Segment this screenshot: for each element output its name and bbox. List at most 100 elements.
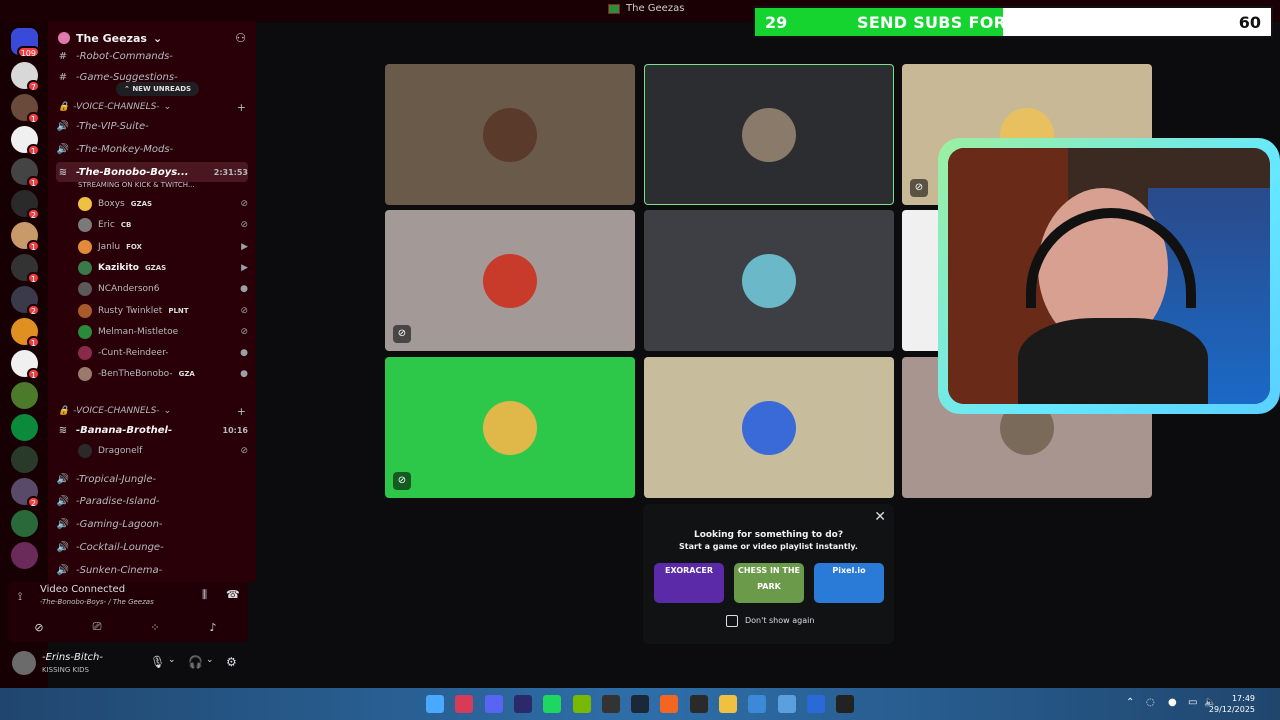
server-icon[interactable] <box>11 446 38 473</box>
headphones-icon[interactable]: 🎧 <box>188 655 203 669</box>
server-icon[interactable]: 1 <box>11 94 40 124</box>
server-icon[interactable]: 1 <box>11 350 40 380</box>
voice-member[interactable]: Rusty Twinklet PLNT ⊘ <box>78 301 248 321</box>
avatar <box>78 218 92 233</box>
server-icon[interactable] <box>11 542 38 569</box>
video-tile[interactable] <box>644 357 894 498</box>
network-icon[interactable]: ◌ <box>1146 697 1155 708</box>
video-tile[interactable]: ⊘ <box>385 357 635 498</box>
burger-icon: ● <box>240 348 248 359</box>
voice-status[interactable]: Video Connected <box>40 584 125 595</box>
discord-icon[interactable] <box>484 695 503 713</box>
video-tile[interactable] <box>385 64 635 205</box>
category-voice-channels[interactable]: 🔒 -VOICE-CHANNELS- ⌄ + <box>58 404 246 418</box>
server-icon[interactable]: 1 <box>11 126 40 156</box>
server-icon[interactable]: 2 <box>11 190 40 220</box>
voice-channel[interactable]: 🔊 -Paradise-Island- <box>56 492 248 512</box>
microphone-icon[interactable]: 🎙 <box>150 655 165 669</box>
add-member-icon[interactable]: ⚇ <box>235 31 246 45</box>
display-icon[interactable]: ▭ <box>1188 697 1197 708</box>
voice-member[interactable]: Kazikito GZAS ▶ <box>78 258 248 278</box>
voice-member[interactable]: Boxys GZAS ⊘ <box>78 194 248 214</box>
voice-member[interactable]: NCAnderson6 ● <box>78 279 248 299</box>
video-tile[interactable] <box>644 210 894 351</box>
user-name[interactable]: -Erins-Bitch- <box>42 652 103 663</box>
server-icon[interactable]: 1 <box>11 318 40 348</box>
camera-off-button[interactable]: ⊘ <box>12 616 66 638</box>
paint-icon[interactable] <box>777 695 796 713</box>
voice-channel[interactable]: 🔊 -The-VIP-Suite- <box>56 116 248 136</box>
activity-card-exoracer[interactable]: EXORACER <box>654 563 724 603</box>
video-tile[interactable] <box>644 64 894 205</box>
add-channel-icon[interactable]: + <box>237 101 246 114</box>
avatar <box>78 282 92 297</box>
server-icon[interactable]: 1 <box>11 254 40 284</box>
game-icon[interactable] <box>806 695 825 713</box>
windows-start-icon[interactable] <box>426 695 444 713</box>
video-tile[interactable]: ⊘ <box>385 210 635 351</box>
notepad-icon[interactable] <box>748 695 767 713</box>
activity-card-pixelio[interactable]: Pixel.io <box>814 563 884 603</box>
chevron-down-icon: ⌄ <box>152 31 163 45</box>
chevron-up-icon[interactable]: ⌃ <box>1126 697 1134 708</box>
soundboard-button[interactable]: ♪ <box>186 616 240 638</box>
noise-suppression-icon[interactable]: ⫼ <box>202 588 207 602</box>
server-icon[interactable] <box>11 414 38 441</box>
clock[interactable]: 17:49 29/12/2025 <box>1209 693 1255 715</box>
voice-channel-active[interactable]: ≋ -The-Bonobo-Boys... 2:31:53 <box>56 162 248 182</box>
muted-icon: ⊘ <box>240 220 248 231</box>
voice-channel[interactable]: 🔊 -Tropical-Jungle- <box>56 469 248 489</box>
disconnect-icon[interactable]: ☎ <box>226 588 240 601</box>
screen-share-button[interactable]: ⎚ <box>70 616 124 638</box>
server-icon[interactable] <box>11 510 38 537</box>
voice-channel[interactable]: ≋ -Banana-Brothel- 10:16 <box>56 420 248 440</box>
voice-member[interactable]: -Cunt-Reindeer- ● <box>78 343 248 363</box>
origin-icon[interactable] <box>660 695 679 713</box>
voice-channel[interactable]: 🔊 -The-Monkey-Mods- <box>56 139 248 159</box>
dont-show-again-checkbox[interactable] <box>726 615 738 627</box>
steam-icon[interactable] <box>631 695 650 713</box>
server-icon[interactable]: 2 <box>11 286 40 316</box>
close-icon[interactable]: ✕ <box>874 509 886 525</box>
activity-card-chess[interactable]: CHESS IN THE PARK <box>734 563 804 603</box>
spotify-icon[interactable] <box>543 695 562 713</box>
chevron-down-icon[interactable]: ⌄ <box>168 655 176 665</box>
epic-games-icon[interactable] <box>689 695 708 713</box>
nvidia-icon[interactable] <box>572 695 591 713</box>
premiere-icon[interactable] <box>513 695 532 713</box>
window-title: The Geezas <box>608 3 684 14</box>
voice-channel[interactable]: 🔊 -Sunken-Cinema- <box>56 560 248 580</box>
opera-icon[interactable] <box>455 695 474 713</box>
new-unreads-pill[interactable]: ⌃ NEW UNREADS <box>116 82 200 96</box>
obs-icon[interactable] <box>601 695 620 713</box>
home-button[interactable]: 109 <box>11 28 40 58</box>
folder-icon[interactable] <box>719 695 737 713</box>
voice-member[interactable]: Janlu FOX ▶ <box>78 237 248 257</box>
chevron-down-icon[interactable]: ⌄ <box>206 655 214 665</box>
category-voice-channels[interactable]: 🔒 -VOICE-CHANNELS- ⌄ + <box>58 100 246 114</box>
signal-icon[interactable]: ⟟ <box>18 590 22 604</box>
activities-button[interactable]: ⁘ <box>128 616 182 638</box>
server-icon[interactable] <box>11 382 38 409</box>
voice-channel[interactable]: 🔊 -Cocktail-Lounge- <box>56 537 248 557</box>
text-channel[interactable]: # -Robot-Commands- <box>56 46 248 66</box>
server-icon[interactable]: 2 <box>11 478 40 508</box>
voice-member[interactable]: -BenTheBonobo- GZA ● <box>78 364 248 384</box>
voice-member[interactable]: Dragonelf ⊘ <box>78 441 248 461</box>
voice-channel[interactable]: 🔊 -Gaming-Lagoon- <box>56 515 248 535</box>
avatar <box>78 367 92 382</box>
server-icon[interactable]: 7 <box>11 62 40 92</box>
sub-goal-bar: 29 SEND SUBS FOR DRUNK STREAM! 60 <box>753 6 1273 38</box>
voice-member[interactable]: Eric CB ⊘ <box>78 215 248 235</box>
webcam-overlay <box>938 138 1280 414</box>
voice-member[interactable]: Melman-Mistletoe ⊘ <box>78 322 248 342</box>
microphone-icon[interactable]: ● <box>1168 697 1177 708</box>
settings-gear-icon[interactable]: ⚙ <box>226 655 237 669</box>
terminal-icon[interactable] <box>836 695 855 713</box>
server-icon[interactable]: 1 <box>11 158 40 188</box>
server-icon[interactable]: 1 <box>11 222 40 252</box>
dont-show-again-label[interactable]: Don't show again <box>745 616 814 625</box>
add-channel-icon[interactable]: + <box>237 405 246 418</box>
avatar[interactable] <box>12 651 36 675</box>
voice-location[interactable]: -The-Bonobo-Boys- / The Geezas <box>40 598 154 606</box>
